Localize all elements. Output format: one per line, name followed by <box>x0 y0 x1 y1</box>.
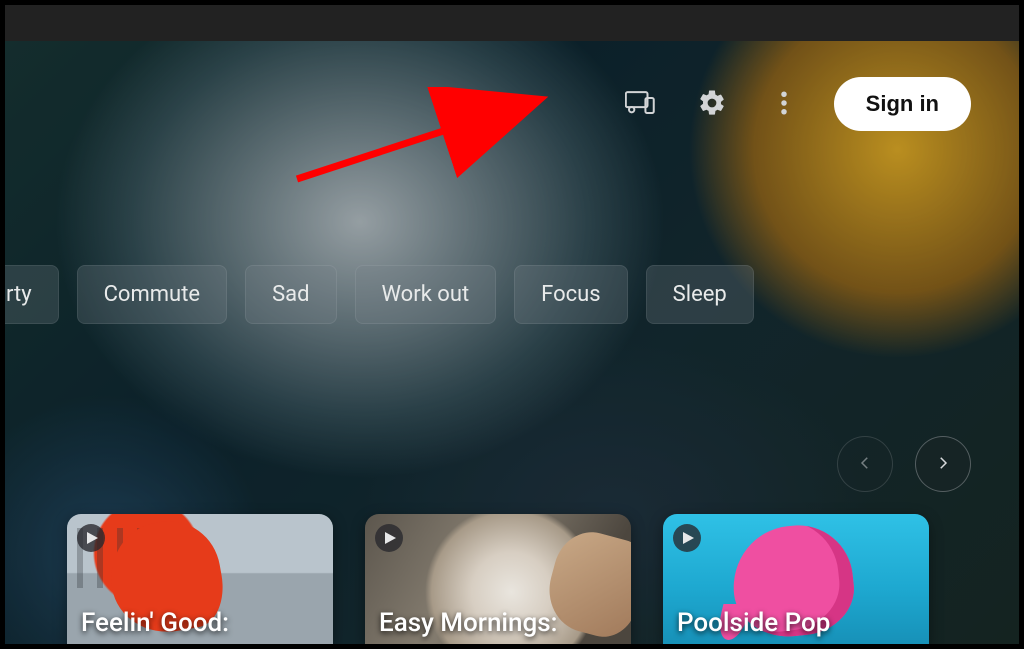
playlist-carousel: Feelin' Good: Easy Mornings: Poolside Po… <box>67 514 929 644</box>
mood-chip-sad[interactable]: Sad <box>245 265 336 324</box>
playlist-card[interactable]: Feelin' Good: <box>67 514 333 644</box>
playlist-title: Feelin' Good: <box>81 608 229 638</box>
window-titlebar <box>5 5 1019 41</box>
chevron-left-icon <box>856 454 874 475</box>
play-icon <box>680 529 694 548</box>
settings-button[interactable] <box>690 82 734 126</box>
mood-chip-commute[interactable]: Commute <box>77 265 227 324</box>
multi-device-icon <box>625 88 655 121</box>
mood-chip-focus[interactable]: Focus <box>514 265 627 324</box>
mood-chip-partial[interactable]: rty <box>5 265 59 324</box>
carousel-next-button[interactable] <box>915 436 971 492</box>
playlist-card[interactable]: Easy Mornings: <box>365 514 631 644</box>
play-badge <box>77 524 105 552</box>
play-badge <box>673 524 701 552</box>
playlist-card[interactable]: Poolside Pop <box>663 514 929 644</box>
play-icon <box>84 529 98 548</box>
app-viewport: Sign in rty Commute Sad Work out Focus S… <box>5 41 1019 644</box>
carousel-nav <box>837 436 971 492</box>
playlist-title: Poolside Pop <box>677 608 830 638</box>
mood-chip-row: rty Commute Sad Work out Focus Sleep <box>5 265 754 324</box>
play-badge <box>375 524 403 552</box>
mood-chip-sleep[interactable]: Sleep <box>646 265 754 324</box>
header-toolbar: Sign in <box>618 77 971 131</box>
playlist-title: Easy Mornings: <box>379 608 558 638</box>
carousel-prev-button[interactable] <box>837 436 893 492</box>
more-vertical-icon <box>769 88 799 121</box>
chevron-right-icon <box>934 454 952 475</box>
mood-chip-workout[interactable]: Work out <box>355 265 497 324</box>
play-icon <box>382 529 396 548</box>
overflow-menu-button[interactable] <box>762 82 806 126</box>
cast-devices-button[interactable] <box>618 82 662 126</box>
gear-icon <box>697 88 727 121</box>
sign-in-button[interactable]: Sign in <box>834 77 971 131</box>
